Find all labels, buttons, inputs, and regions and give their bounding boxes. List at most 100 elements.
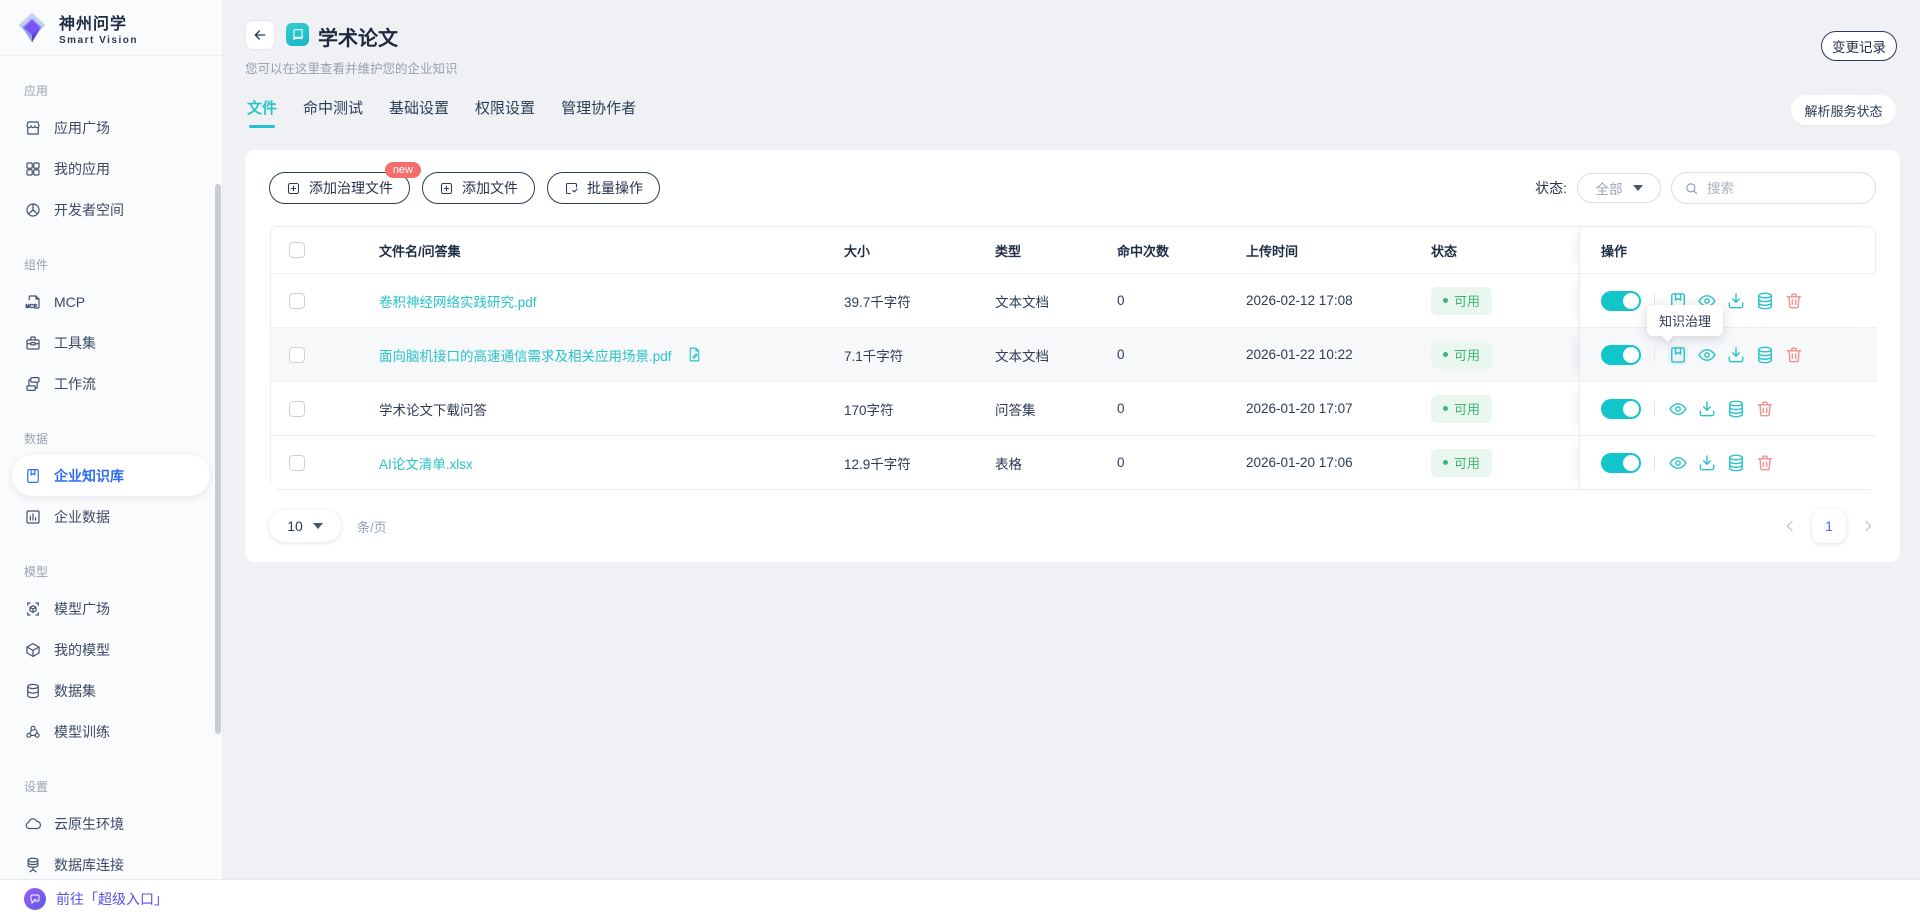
sidebar-item-app-market[interactable]: 应用广场 <box>12 107 210 148</box>
batch-select-icon <box>565 182 578 194</box>
status-badge: 可用 <box>1431 286 1493 315</box>
model-square-icon <box>27 601 39 616</box>
sidebar-scrollbar[interactable] <box>215 184 221 734</box>
search-input[interactable] <box>1707 180 1847 196</box>
enable-toggle[interactable] <box>1601 452 1641 473</box>
sidebar-item-enterprise-knowledge-base[interactable]: 企业知识库 <box>12 455 210 496</box>
super-entry-link[interactable]: 前往「超级入口」 <box>56 889 168 909</box>
sidebar-item-model-market[interactable]: 模型广场 <box>12 588 210 629</box>
knowledge-book-icon <box>286 23 309 46</box>
svg-text:MCP: MCP <box>26 304 38 310</box>
upload-time: 2026-01-22 10:22 <box>1246 347 1353 362</box>
sidebar-item-my-models[interactable]: 我的模型 <box>12 629 210 670</box>
pagination: 10 条/页 1 <box>269 506 1876 546</box>
back-button[interactable] <box>245 20 275 50</box>
download-icon[interactable] <box>1726 345 1746 365</box>
status-dot-icon <box>1443 460 1448 465</box>
sidebar-item-database-connections[interactable]: 数据库连接 <box>12 844 210 879</box>
training-icon <box>26 725 40 738</box>
sidebar-item-label: 模型训练 <box>54 723 110 740</box>
delete-icon[interactable] <box>1784 345 1804 365</box>
delete-icon[interactable] <box>1755 453 1775 473</box>
status-badge: 可用 <box>1431 448 1493 477</box>
download-icon[interactable] <box>1697 399 1717 419</box>
sidebar-item-model-training[interactable]: 模型训练 <box>12 711 210 752</box>
logo-icon <box>18 12 46 42</box>
sidebar-item-workflow[interactable]: 工作流 <box>12 363 210 404</box>
download-icon[interactable] <box>1697 453 1717 473</box>
segments-icon[interactable] <box>1726 453 1746 473</box>
sidebar-item-label: MCP <box>54 293 86 310</box>
search-icon <box>1686 182 1698 194</box>
table-row: 学术论文下载问答 170字符 问答集 0 2026-01-20 17:07 可用 <box>271 381 1877 435</box>
col-header-status: 状态 <box>1431 243 1458 259</box>
file-name-link[interactable]: AI论文清单.xlsx <box>379 453 473 473</box>
tab-bar: 文件 命中测试 基础设置 权限设置 管理协作者 <box>247 95 636 128</box>
page-size-value: 10 <box>287 518 303 534</box>
prev-page-button[interactable] <box>1782 518 1798 534</box>
enable-toggle[interactable] <box>1601 398 1641 419</box>
file-table: 文件名/问答集 大小 类型 命中次数 上传时间 状态 操作 卷积神经网络实践研究… <box>270 226 1877 490</box>
divider <box>1654 401 1655 416</box>
content-card: 添加治理文件 new 添加文件 批量操作 状态: 全部 搜索 文件名/问答集 大… <box>245 150 1900 562</box>
sidebar-item-developer-space[interactable]: 开发者空间 <box>12 189 210 230</box>
tab-permission-settings[interactable]: 权限设置 <box>475 97 535 124</box>
tab-basic-settings[interactable]: 基础设置 <box>389 97 449 124</box>
status-filter-select[interactable]: 全部 <box>1577 173 1661 203</box>
file-size: 170字符 <box>844 402 894 418</box>
page-number-button[interactable]: 1 <box>1812 509 1846 543</box>
parse-service-status-button[interactable]: 解析服务状态 <box>1791 95 1896 125</box>
file-name-link[interactable]: 面向脑机接口的高速通信需求及相关应用场景.pdf <box>379 345 672 365</box>
plus-square-icon <box>440 182 453 194</box>
row-checkbox[interactable] <box>289 346 305 363</box>
delete-icon[interactable] <box>1755 399 1775 419</box>
file-type: 问答集 <box>995 402 1036 418</box>
view-icon[interactable] <box>1668 453 1688 473</box>
col-header-filename: 文件名/问答集 <box>379 243 461 259</box>
enable-toggle[interactable] <box>1601 344 1641 365</box>
sidebar-item-enterprise-data[interactable]: 企业数据 <box>12 496 210 537</box>
change-log-button[interactable]: 变更记录 <box>1821 31 1897 61</box>
view-icon[interactable] <box>1668 399 1688 419</box>
mcp-icon: MCP <box>25 294 40 310</box>
page-size-select[interactable]: 10 <box>269 510 341 542</box>
sidebar-item-cloud-native-env[interactable]: 云原生环境 <box>12 803 210 844</box>
page-title: 学术论文 <box>318 28 398 50</box>
sidebar-item-label: 模型广场 <box>54 600 110 617</box>
sidebar-item-mcp[interactable]: MCP MCP <box>12 281 210 322</box>
select-all-checkbox[interactable] <box>289 242 305 258</box>
sidebar-item-my-apps[interactable]: 我的应用 <box>12 148 210 189</box>
tab-collaborators[interactable]: 管理协作者 <box>561 97 636 124</box>
segments-icon[interactable] <box>1726 399 1746 419</box>
file-name-link[interactable]: 卷积神经网络实践研究.pdf <box>379 291 537 311</box>
tab-hit-test[interactable]: 命中测试 <box>303 97 363 124</box>
next-page-button[interactable] <box>1860 518 1876 534</box>
knowledge-governance-icon[interactable]: 知识治理 <box>1647 304 1724 365</box>
segments-icon[interactable] <box>1755 345 1775 365</box>
download-icon[interactable] <box>1726 291 1746 311</box>
section-label-data: 数据 <box>24 432 49 446</box>
view-icon[interactable] <box>1697 345 1717 365</box>
segments-icon[interactable] <box>1755 291 1775 311</box>
col-header-size: 大小 <box>844 243 871 259</box>
file-name: 学术论文下载问答 <box>379 402 487 418</box>
sidebar-item-toolset[interactable]: 工具集 <box>12 322 210 363</box>
delete-icon[interactable] <box>1784 291 1804 311</box>
file-type: 文本文档 <box>995 348 1049 364</box>
sidebar-item-datasets[interactable]: 数据集 <box>12 670 210 711</box>
new-badge: new <box>384 162 421 178</box>
file-edit-icon[interactable] <box>686 346 703 363</box>
cube-icon <box>26 642 40 657</box>
divider <box>1654 455 1655 470</box>
row-checkbox[interactable] <box>289 454 305 471</box>
sidebar-item-label: 我的模型 <box>54 641 110 658</box>
add-governed-file-button[interactable]: 添加治理文件 new <box>269 162 421 204</box>
row-checkbox[interactable] <box>289 400 305 417</box>
add-file-button[interactable]: 添加文件 <box>422 172 535 204</box>
logo-title: 神州问学 <box>59 15 128 33</box>
tab-files[interactable]: 文件 <box>247 97 277 128</box>
enable-toggle[interactable] <box>1601 290 1641 311</box>
add-governed-file-label: 添加治理文件 <box>309 180 393 196</box>
batch-operation-button[interactable]: 批量操作 <box>547 172 660 204</box>
row-checkbox[interactable] <box>289 292 305 309</box>
